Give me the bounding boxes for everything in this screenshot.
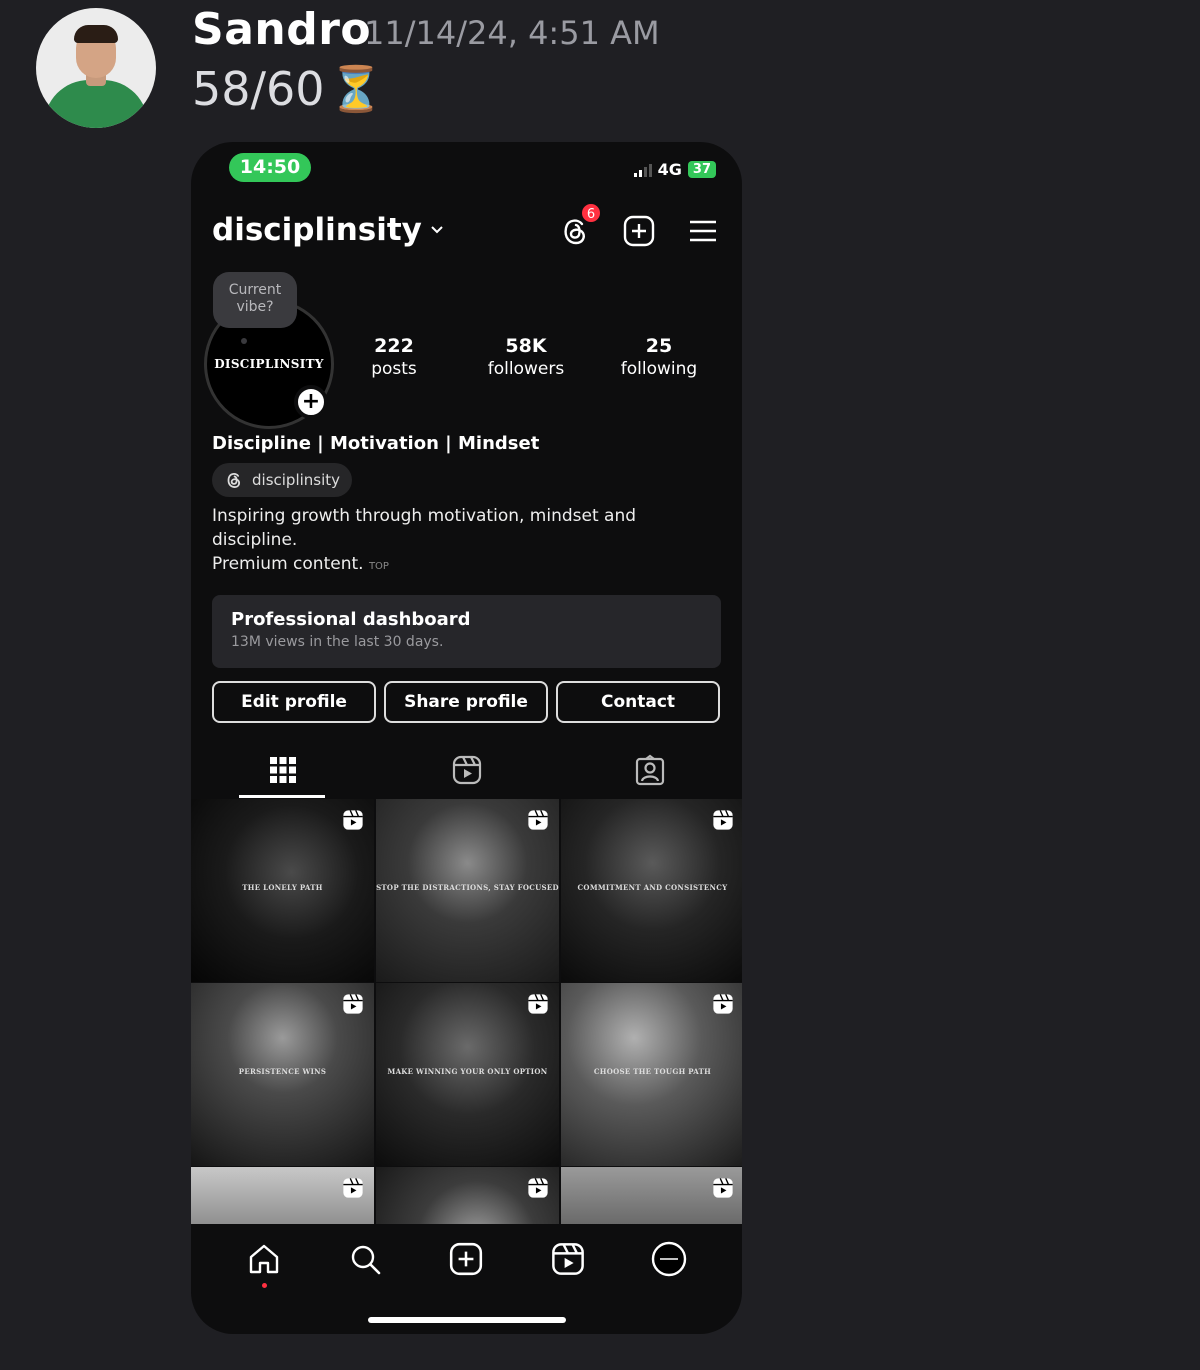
bio-line-2: discipline. [212,530,298,550]
bio-title: Discipline | Motivation | Mindset [212,433,540,454]
bio-line-3: Premium content. TOP [212,554,389,574]
header-actions: 6 [558,202,720,248]
bio-line-1: Inspiring growth through motivation, min… [212,506,637,526]
post-thumbnail[interactable]: PERSISTENCE WINS [191,983,374,1166]
reels-icon [452,755,481,785]
tagged-icon [636,754,665,786]
bio-line-3-text: Premium content. [212,554,364,574]
posts-stat[interactable]: 222 posts [361,335,427,379]
home-icon [249,1244,278,1274]
post-caption: COMMITMENT AND CONSISTENCY [577,883,728,892]
hourglass-icon: ⏳ [328,64,384,115]
status-indicators: 4G 37 [633,160,716,179]
nav-home[interactable] [246,1241,282,1288]
reel-indicator-icon [528,1178,548,1198]
note-bubble[interactable]: Current vibe? [213,272,297,328]
post-caption: MAKE WINNING YOUR ONLY OPTION [387,1067,548,1076]
reel-indicator-icon [343,1178,363,1198]
message-author[interactable]: Sandro [192,4,371,55]
professional-dashboard[interactable]: Professional dashboard 13M views in the … [212,595,721,668]
sender-avatar[interactable] [36,8,156,128]
message-timestamp: 11/14/24, 4:51 AM [364,14,660,52]
post-caption: CHOOSE THE TOUGH PATH [593,1067,712,1076]
nav-reels[interactable] [550,1241,586,1277]
post-thumbnail[interactable]: MAKE WINNING YOUR ONLY OPTION [376,983,559,1166]
search-icon [351,1245,381,1275]
threads-handle: disciplinsity [252,471,341,489]
plus-square-icon [450,1242,483,1276]
account-switcher[interactable]: disciplinsity [212,212,444,248]
following-stat[interactable]: 25 following [613,335,705,379]
create-button[interactable] [622,214,656,248]
posts-label: posts [371,359,417,379]
post-caption: THE LONELY PATH [242,883,323,892]
home-indicator [368,1317,566,1323]
post-caption: PERSISTENCE WINS [238,1067,327,1076]
reel-indicator-icon [528,994,548,1014]
activity-dot [261,1283,267,1288]
reel-indicator-icon [713,1178,733,1198]
profile-actions: Edit profile Share profile Contact [212,681,720,723]
nav-profile[interactable] [651,1241,687,1277]
post-thumbnail[interactable]: CHOOSE THE TOUGH PATH [561,983,742,1166]
reel-indicator-icon [528,810,548,830]
status-time: 14:50 [229,153,311,182]
contact-button[interactable]: Contact [556,681,720,723]
grid-icon [269,757,296,783]
tab-tagged[interactable] [558,742,742,798]
post-thumbnail[interactable] [376,1167,559,1224]
threads-button[interactable]: 6 [558,202,602,248]
bottom-navigation [191,1224,742,1294]
profile-username: disciplinsity [212,212,422,248]
message-body: 58/60 [192,62,325,116]
posts-grid: THE LONELY PATH STOP THE DISTRACTIONS, S… [191,799,742,1224]
top-arrow-icon: TOP [368,561,389,572]
post-thumbnail[interactable]: THE LONELY PATH [191,799,374,982]
post-thumbnail[interactable]: COMMITMENT AND CONSISTENCY [561,799,742,982]
message-text: 58/60 ⏳ [192,62,383,116]
edit-profile-button[interactable]: Edit profile [212,681,376,723]
instagram-profile-screenshot[interactable]: 14:50 4G 37 disciplinsity 6 DISCIPLINSIT… [191,142,742,1334]
notification-badge: 6 [580,202,602,224]
note-bubble-tail [241,338,247,344]
tab-reels[interactable] [375,742,559,798]
menu-button[interactable] [686,214,720,248]
followers-stat[interactable]: 58K followers [481,335,571,379]
followers-count: 58K [505,335,547,357]
share-profile-button[interactable]: Share profile [384,681,548,723]
add-story-button[interactable]: + [294,385,328,419]
profile-avatar-icon [652,1241,687,1277]
dashboard-title: Professional dashboard [231,609,471,630]
hamburger-icon [690,220,716,242]
reel-indicator-icon [343,994,363,1014]
posts-count: 222 [374,335,414,357]
reel-indicator-icon [713,810,733,830]
post-thumbnail[interactable]: STOP THE DISTRACTIONS, STAY FOCUSED [376,799,559,982]
avatar-shirt [44,80,148,128]
reel-indicator-icon [713,994,733,1014]
post-thumbnail[interactable] [191,1167,374,1224]
avatar-hair [74,25,118,43]
tab-grid[interactable] [191,742,375,798]
following-label: following [620,359,698,379]
following-count: 25 [645,335,673,357]
signal-icon [633,163,652,177]
reels-icon [551,1243,584,1275]
chevron-down-icon [431,226,443,234]
network-label: 4G [657,160,682,179]
nav-search[interactable] [347,1241,383,1277]
profile-tabs [191,742,742,798]
dashboard-subtitle: 13M views in the last 30 days. [231,634,444,650]
threads-link-chip[interactable]: disciplinsity [212,463,353,497]
post-caption: STOP THE DISTRACTIONS, STAY FOCUSED [376,883,559,892]
reel-indicator-icon [343,810,363,830]
profile-picture-label: DISCIPLINSITY [214,357,324,371]
post-thumbnail[interactable] [561,1167,742,1224]
nav-create[interactable] [448,1241,484,1277]
followers-label: followers [487,359,565,379]
threads-icon [227,473,241,488]
battery-icon: 37 [687,161,716,178]
plus-square-icon [623,215,655,247]
